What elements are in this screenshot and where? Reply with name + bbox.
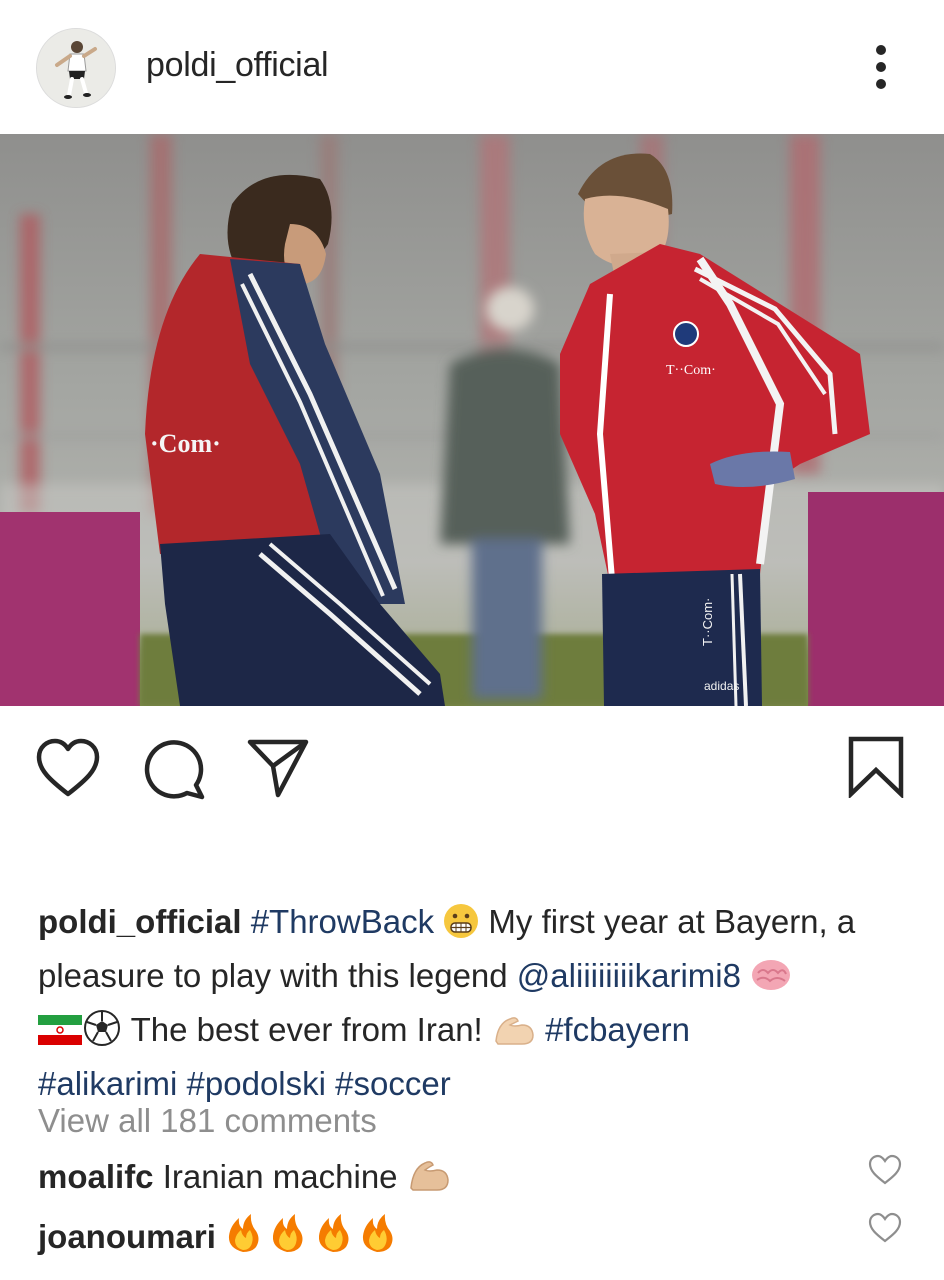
caption-text-2: The best ever from Iran! (122, 1011, 492, 1048)
comment-username[interactable]: moalifc (38, 1158, 154, 1195)
hashtag-alikarimi[interactable]: #alikarimi (38, 1065, 177, 1102)
view-all-comments-link[interactable]: View all 181 comments (38, 1102, 377, 1140)
brain-emoji-icon (750, 957, 792, 1006)
hashtag-fcbayern[interactable]: #fcbayern (545, 1011, 690, 1048)
bookmark-icon[interactable] (846, 736, 906, 803)
comment-like-icon[interactable] (868, 1212, 902, 1244)
post-caption: poldi_official #ThrowBack My first year … (38, 898, 918, 1108)
profile-avatar[interactable] (36, 28, 116, 108)
flexed-biceps-icon (407, 1154, 451, 1202)
more-options-icon[interactable] (866, 42, 896, 92)
comment-like-icon[interactable] (868, 1154, 902, 1186)
comment-item: joanoumari (38, 1212, 415, 1262)
shorts-brand: adidas (704, 679, 739, 693)
post-actions (0, 718, 944, 828)
share-icon[interactable] (246, 738, 310, 805)
hashtag-soccer[interactable]: #soccer (335, 1065, 451, 1102)
hashtag-throwback[interactable]: #ThrowBack (251, 903, 434, 940)
caption-username[interactable]: poldi_official (38, 903, 242, 940)
post-photo[interactable]: ·Com· T··Com· T··Com· adidas (0, 134, 944, 706)
fire-emoji-icon (225, 1212, 415, 1262)
grimacing-emoji-icon (443, 903, 479, 952)
comment-username[interactable]: joanoumari (38, 1218, 216, 1255)
sponsor-text-right: T··Com· (666, 363, 716, 378)
post-header: poldi_official (0, 0, 944, 134)
soccer-ball-icon (82, 1009, 122, 1060)
heart-icon[interactable] (36, 738, 100, 803)
post-username[interactable]: poldi_official (146, 46, 329, 85)
comment-text: Iranian machine (162, 1158, 398, 1195)
comment-icon[interactable] (142, 738, 206, 805)
hashtag-podolski[interactable]: #podolski (187, 1065, 326, 1102)
comment-item: moalifc Iranian machine (38, 1154, 451, 1202)
mention-link[interactable]: @aliiiiiiiikarimi8 (517, 957, 741, 994)
iran-flag-icon (38, 1012, 82, 1060)
sponsor-text-left: ·Com· (150, 429, 221, 458)
flexed-biceps-icon (492, 1011, 536, 1060)
shorts-sponsor: T··Com· (700, 598, 715, 646)
